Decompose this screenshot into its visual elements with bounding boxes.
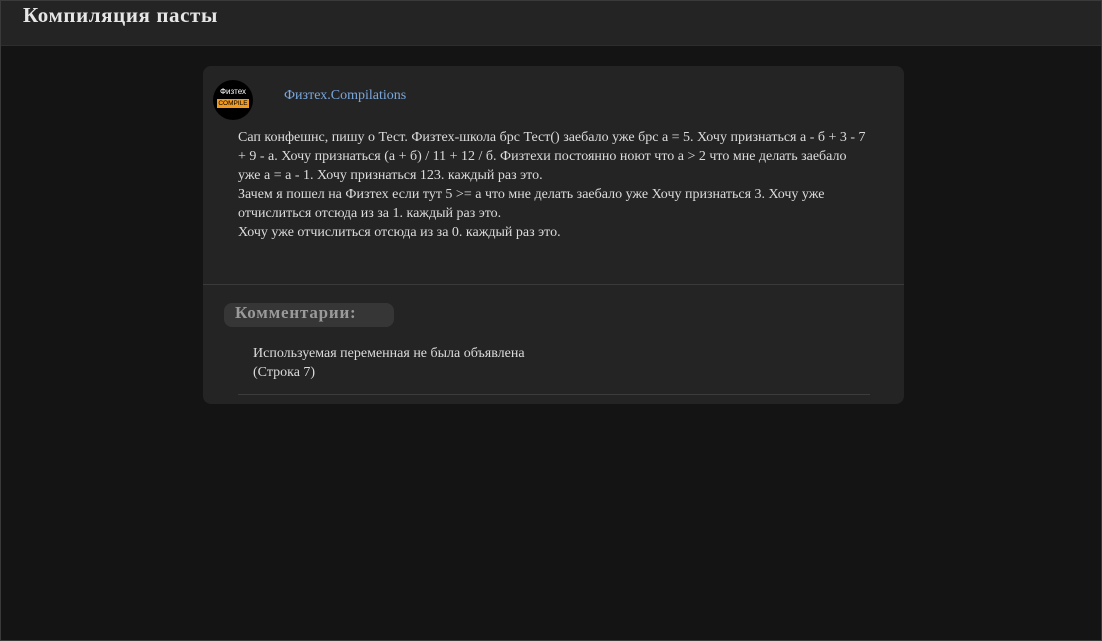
top-bar: Компиляция пасты xyxy=(1,1,1101,46)
comments-header: Комментарии: xyxy=(224,303,394,327)
post-card: Физтех COMPILE Физтех.Compilations Сап к… xyxy=(203,66,904,404)
divider xyxy=(203,284,904,285)
avatar[interactable]: Физтех COMPILE xyxy=(213,80,253,120)
comment-separator xyxy=(238,394,870,395)
comments-title: Комментарии: xyxy=(235,303,357,322)
app-window: Компиляция пасты Физтех COMPILE Физтех.C… xyxy=(0,0,1102,641)
avatar-compile-badge: COMPILE xyxy=(217,99,249,108)
comment-message: Используемая переменная не была объявлен… xyxy=(253,346,525,361)
author-link[interactable]: Физтех.Compilations xyxy=(284,88,406,104)
post-body: Сап конфешнс, пишу о Тест. Физтех-школа … xyxy=(238,128,870,242)
page-title: Компиляция пасты xyxy=(23,3,218,27)
avatar-logo-text: Физтех xyxy=(219,87,247,96)
comment-item: Используемая переменная не была объявлен… xyxy=(253,344,525,382)
post-paragraph: Сап конфешнс, пишу о Тест. Физтех-школа … xyxy=(238,130,866,183)
comment-location: (Строка 7) xyxy=(253,365,316,380)
post-paragraph: Зачем я пошел на Физтех если тут 5 >= а … xyxy=(238,187,825,221)
post-paragraph: Хочу уже отчислиться отсюда из за 0. каж… xyxy=(238,225,561,240)
